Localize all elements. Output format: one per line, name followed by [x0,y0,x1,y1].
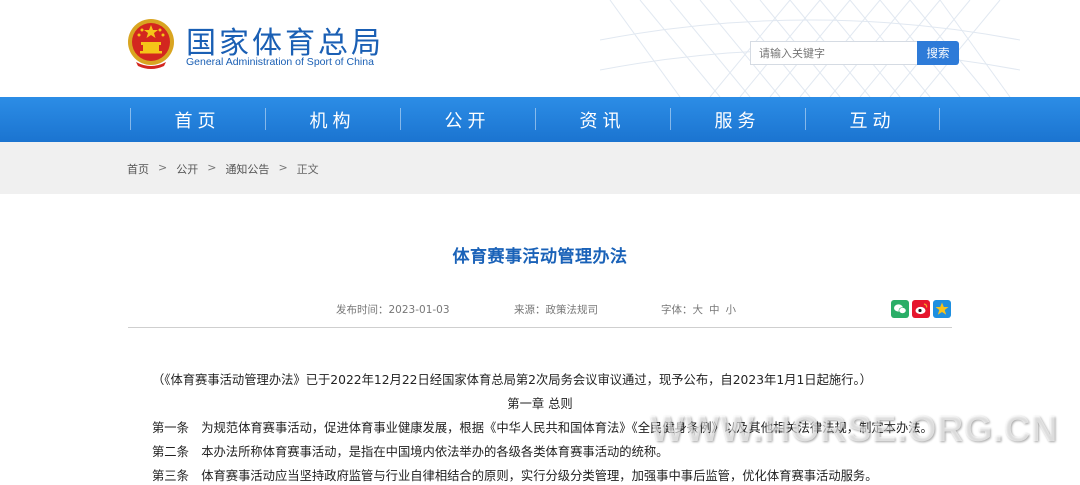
qzone-icon[interactable] [933,300,951,318]
font-size-medium[interactable]: 中 [709,302,720,317]
nav-item-news[interactable]: 资讯 [535,97,670,142]
article-title: 体育赛事活动管理办法 [452,247,628,267]
breadcrumb-notices[interactable]: 通知公告 [225,161,269,177]
search-input[interactable] [750,41,918,65]
font-size-label: 字体： [661,304,693,316]
national-emblem-icon [128,19,174,69]
breadcrumb-current: 正文 [296,163,319,176]
nav-item-services[interactable]: 服务 [670,97,805,142]
breadcrumb: 首页 > 公开 > 通知公告 > 正文 [127,161,319,177]
share-buttons [891,300,951,318]
article-clause-1: 第一条 为规范体育赛事活动，促进体育事业健康发展，根据《中华人民共和国体育法》《… [152,421,933,435]
breadcrumb-separator: > [207,161,217,174]
nav-item-organization[interactable]: 机构 [265,97,400,142]
site-header: 国家体育总局 General Administration of Sport o… [0,0,1080,97]
main-nav: 首页 机构 公开 资讯 服务 互动 [0,97,1080,142]
breadcrumb-bar: 首页 > 公开 > 通知公告 > 正文 [0,142,1080,194]
wechat-icon[interactable] [891,300,909,318]
publish-date: 发布时间：2023-01-03 [336,304,450,316]
article-body: （《体育赛事活动管理办法》已于2022年12月22日经国家体育总局第2次局务会议… [128,368,952,485]
article-clause-3: 第三条 体育赛事活动应当坚持政府监管与行业自律相结合的原则，实行分级分类管理，加… [152,469,878,483]
article-source: 来源：政策法规司 [514,304,598,316]
font-size-large[interactable]: 大 [693,302,704,317]
breadcrumb-separator: > [278,161,288,174]
article-clause-2: 第二条 本办法所称体育赛事活动，是指在中国境内依法举办的各级各类体育赛事活动的统… [152,445,669,459]
weibo-icon[interactable] [912,300,930,318]
font-size-small[interactable]: 小 [726,302,737,317]
breadcrumb-separator: > [158,161,168,174]
search-button[interactable]: 搜索 [917,41,959,65]
site-name-en: General Administration of Sport of China [186,56,374,68]
article-meta: 发布时间：2023-01-03 来源：政策法规司 字体： 大 中 小 [336,302,742,317]
article-intro: （《体育赛事活动管理办法》已于2022年12月22日经国家体育总局第2次局务会议… [152,373,872,387]
nav-item-public[interactable]: 公开 [400,97,535,142]
breadcrumb-public[interactable]: 公开 [176,161,198,177]
breadcrumb-home[interactable]: 首页 [127,161,149,177]
nav-item-interaction[interactable]: 互动 [805,97,940,142]
nav-item-home[interactable]: 首页 [130,97,265,142]
chapter-heading: 第一章 总则 [507,397,573,411]
divider [128,327,952,328]
